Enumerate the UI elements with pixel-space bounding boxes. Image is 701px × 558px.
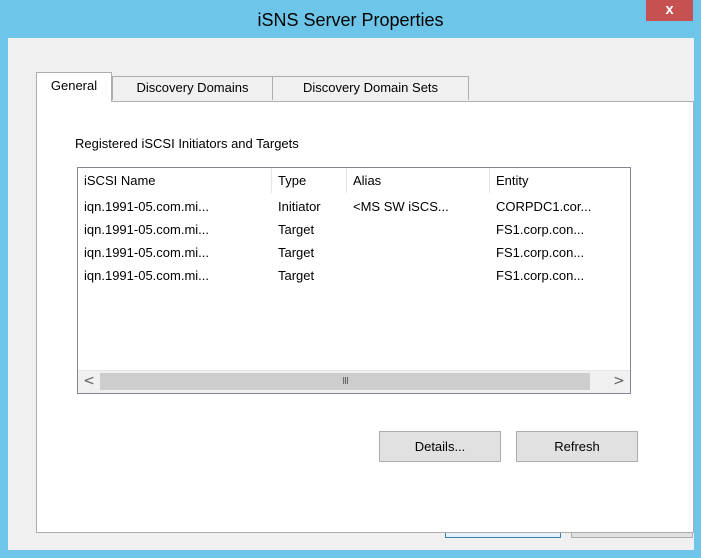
cell-iscsi-name: iqn.1991-05.com.mi...: [84, 222, 210, 237]
column-header-iscsi-name[interactable]: iSCSI Name: [78, 168, 272, 193]
details-button[interactable]: Details...: [379, 431, 501, 462]
cell-alias: [347, 218, 490, 241]
cell-entity: FS1.corp.con...: [496, 222, 585, 237]
column-header-entity[interactable]: Entity: [490, 168, 630, 193]
tab-discovery-domain-sets-label: Discovery Domain Sets: [302, 80, 439, 95]
scroll-left-button[interactable]: <: [78, 371, 100, 393]
table-row[interactable]: iqn.1991-05.com.mi... Initiator <MS SW i…: [78, 195, 630, 218]
scroll-grip-icon: III: [342, 376, 349, 387]
table-row[interactable]: iqn.1991-05.com.mi... Target FS1.corp.co…: [78, 241, 630, 264]
cell-entity: FS1.corp.con...: [496, 268, 585, 283]
scroll-thumb[interactable]: III: [100, 373, 590, 390]
dialog-client: General Discovery Domains Discovery Doma…: [8, 38, 694, 550]
refresh-button[interactable]: Refresh: [516, 431, 638, 462]
horizontal-scrollbar[interactable]: < III >: [78, 370, 630, 393]
window-title: iSNS Server Properties: [257, 10, 444, 30]
cell-iscsi-name: iqn.1991-05.com.mi...: [84, 268, 210, 283]
group-label: Registered iSCSI Initiators and Targets: [75, 136, 299, 151]
cell-entity: FS1.corp.con...: [496, 245, 585, 260]
cell-alias: [347, 241, 490, 264]
table-row[interactable]: iqn.1991-05.com.mi... Target FS1.corp.co…: [78, 218, 630, 241]
chevron-right-icon: >: [613, 373, 625, 389]
cell-type: Initiator: [278, 199, 321, 214]
initiators-targets-list[interactable]: iSCSI Name Type Alias Entity iqn.1991-05…: [77, 167, 631, 394]
close-icon: x: [665, 1, 674, 18]
table-row[interactable]: iqn.1991-05.com.mi... Target FS1.corp.co…: [78, 264, 630, 287]
list-header: iSCSI Name Type Alias Entity: [78, 168, 630, 193]
tab-discovery-domains-label: Discovery Domains: [136, 80, 249, 95]
cell-entity: CORPDC1.cor...: [496, 199, 592, 214]
dialog-window: iSNS Server Properties x General Discove…: [0, 0, 701, 558]
cell-alias: <MS SW iSCS...: [353, 199, 449, 214]
cell-type: Target: [278, 245, 315, 260]
cell-type: Target: [278, 222, 315, 237]
tab-discovery-domains[interactable]: Discovery Domains: [112, 76, 273, 100]
scroll-right-button[interactable]: >: [608, 371, 630, 393]
tab-general-label: General: [50, 78, 98, 93]
cell-alias: [347, 264, 490, 287]
chevron-left-icon: <: [83, 373, 95, 389]
tab-discovery-domain-sets[interactable]: Discovery Domain Sets: [272, 76, 469, 100]
cell-iscsi-name: iqn.1991-05.com.mi...: [84, 245, 210, 260]
column-header-alias[interactable]: Alias: [347, 168, 490, 193]
cell-iscsi-name: iqn.1991-05.com.mi...: [84, 199, 210, 214]
column-header-type[interactable]: Type: [272, 168, 347, 193]
tab-general[interactable]: General: [36, 72, 112, 102]
close-button[interactable]: x: [646, 0, 693, 21]
cell-type: Target: [278, 268, 315, 283]
title-bar[interactable]: iSNS Server Properties x: [0, 0, 701, 38]
